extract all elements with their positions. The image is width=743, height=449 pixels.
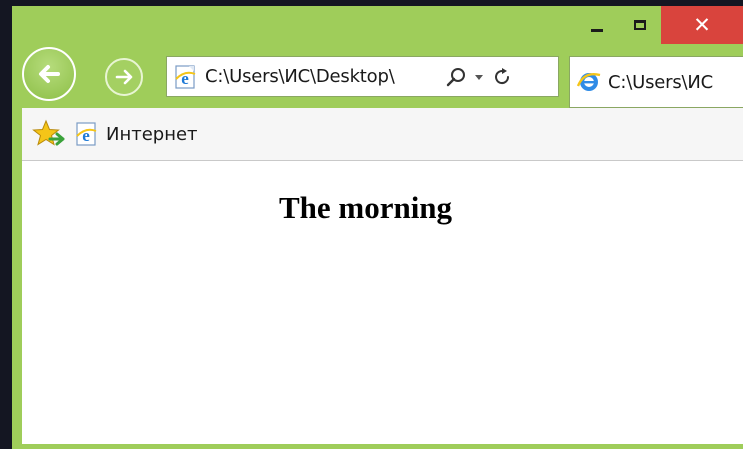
add-favorites-star-icon[interactable]	[32, 119, 66, 149]
close-button[interactable]: ✕	[661, 6, 743, 44]
search-button[interactable]	[445, 66, 467, 88]
address-tools	[445, 66, 513, 88]
window-bottom-border	[22, 444, 743, 449]
minimize-button[interactable]	[575, 6, 618, 44]
dropdown-icon	[475, 74, 483, 80]
search-icon	[446, 67, 465, 86]
address-text[interactable]: C:\Users\ИС\Desktop\	[205, 66, 437, 87]
refresh-icon	[495, 67, 510, 84]
address-bar[interactable]: e C:\Users\ИС\Desktop\	[166, 56, 559, 97]
window-caption-buttons: ✕	[575, 6, 743, 44]
minimize-icon	[590, 28, 603, 32]
forward-button[interactable]	[105, 58, 143, 96]
tab-current[interactable]: C:\Users\ИС	[569, 56, 743, 108]
maximize-button[interactable]	[618, 6, 661, 44]
ie-icon: e	[76, 122, 97, 146]
favorites-bar: e Интернет	[22, 108, 743, 161]
tab-label: C:\Users\ИС	[608, 71, 714, 93]
back-arrow-icon	[39, 65, 60, 83]
page-heading: The morning	[278, 190, 453, 225]
navigation-bar: e C:\Users\ИС\Desktop\ C:\Users\ИС	[12, 44, 743, 108]
favorites-item-internet[interactable]: Интернет	[106, 124, 198, 145]
forward-arrow-icon	[115, 69, 133, 85]
maximize-icon	[633, 20, 646, 30]
refresh-button[interactable]	[491, 66, 513, 88]
dropdown-button[interactable]	[473, 71, 485, 83]
ie-icon	[576, 72, 601, 91]
close-icon: ✕	[693, 12, 711, 37]
browser-window: ✕ e C:\Users\ИС\Desktop\ C:\Users\ИС e И…	[12, 6, 743, 449]
ie-page-icon: e	[175, 64, 196, 89]
back-button[interactable]	[22, 47, 76, 101]
